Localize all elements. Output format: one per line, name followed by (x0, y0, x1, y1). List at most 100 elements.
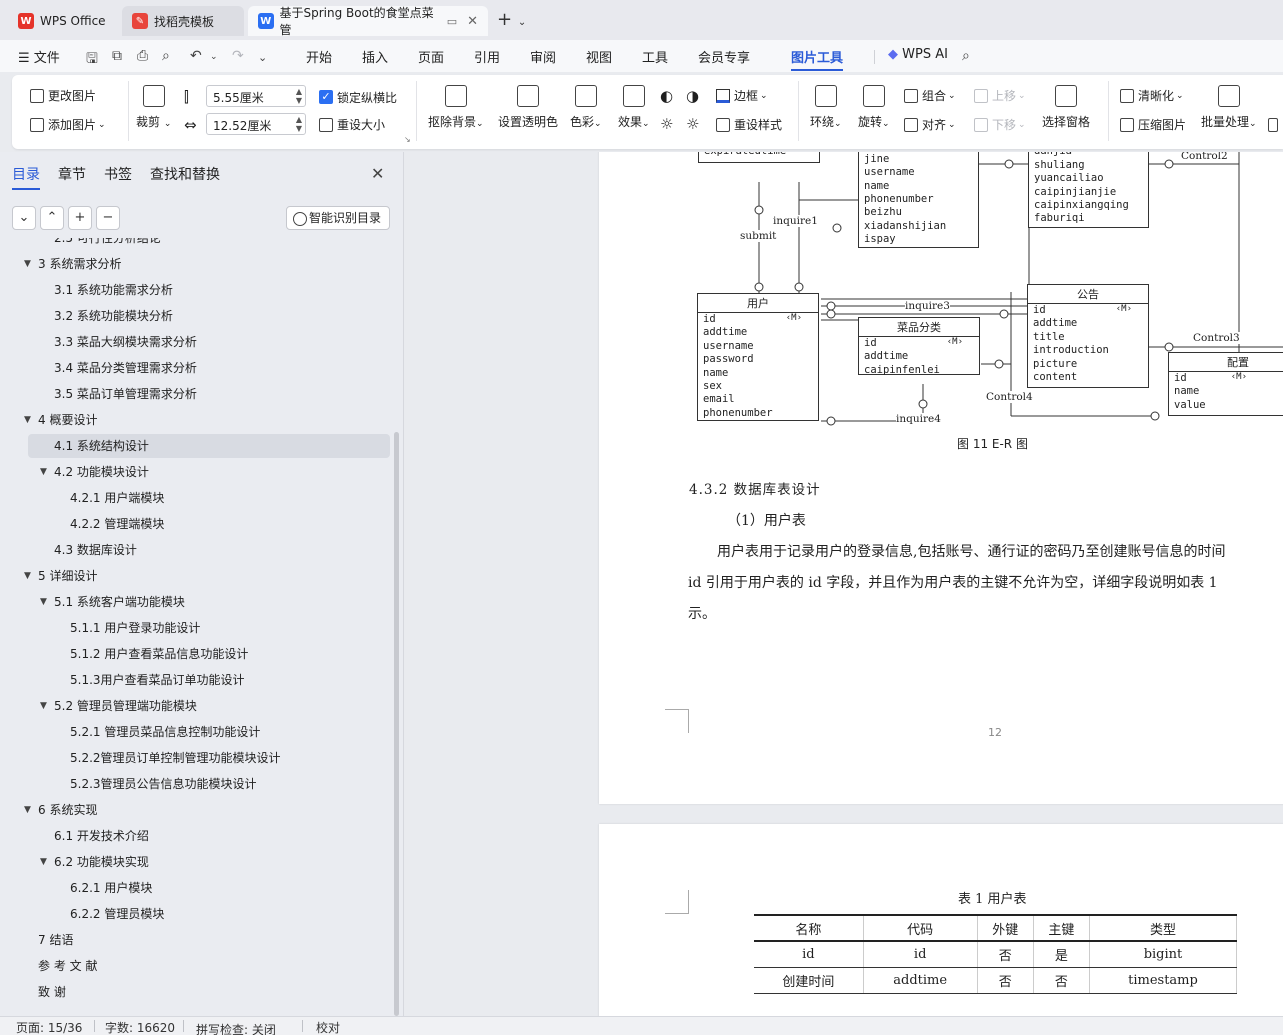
collapse-arrow-icon[interactable]: ▼ (40, 460, 47, 484)
remove-background-button[interactable]: 抠除背景⌄ (428, 85, 484, 130)
print-icon[interactable]: ⎙ (137, 48, 148, 64)
collapse-arrow-icon[interactable]: ▼ (40, 850, 47, 874)
undo-dropdown-icon[interactable]: ⌄ (210, 52, 218, 62)
align-button[interactable]: 对齐 ⌄ (904, 116, 956, 133)
word-count[interactable]: 字数: 16620 (105, 1019, 175, 1035)
toc-item[interactable]: 3.1 系统功能需求分析 (0, 278, 390, 302)
toc-item[interactable]: 5.2.2管理员订单控制管理功能模块设计 (0, 746, 390, 770)
collapse-arrow-icon[interactable]: ▼ (24, 798, 31, 822)
close-panel-icon[interactable]: ✕ (371, 164, 384, 183)
tab-document[interactable]: W 基于Spring Boot的食堂点菜管 ▭ ✕ (248, 6, 488, 37)
print-preview-icon[interactable]: ⌕ (162, 48, 170, 64)
width-spinner[interactable]: ▲ ▼ (296, 115, 302, 133)
nav-tab-bookmarks[interactable]: 书签 (104, 164, 132, 184)
group-button[interactable]: 组合 ⌄ (904, 87, 956, 104)
add-image-button[interactable]: 添加图片 ⌄ (30, 116, 106, 133)
batch-process-button[interactable]: 批量处理⌄ (1201, 85, 1257, 130)
share-icon[interactable]: ⧉ (112, 48, 122, 64)
menu-page[interactable]: 页面 (418, 47, 444, 66)
toc-item[interactable]: ▼ 4 概要设计 (0, 408, 390, 432)
tab-wps-office[interactable]: W WPS Office (8, 6, 118, 36)
toc-item[interactable]: 5.2.1 管理员菜品信息控制功能设计 (0, 720, 390, 744)
toc-item[interactable]: 5.2.3管理员公告信息功能模块设计 (0, 772, 390, 796)
menu-review[interactable]: 审阅 (530, 47, 556, 66)
toc-item[interactable]: 7 结语 (0, 928, 390, 952)
toc-item[interactable]: ▼ 5.1 系统客户端功能模块 (0, 590, 390, 614)
more-button[interactable]: 图 (1268, 116, 1283, 133)
proofread-button[interactable]: 校对 (316, 1019, 340, 1035)
save-icon[interactable]: 🖫 (86, 48, 98, 72)
toc-item[interactable]: 2.5 可行性分析结论 (0, 238, 390, 250)
toc-item[interactable]: 3.2 系统功能模块分析 (0, 304, 390, 328)
sharpen-button[interactable]: 清晰化 ⌄ (1120, 87, 1184, 104)
toc-item[interactable]: ▼ 6 系统实现 (0, 798, 390, 822)
contrast-down-icon[interactable]: ☼ (686, 115, 699, 133)
toc-item[interactable]: 4.2.2 管理端模块 (0, 512, 390, 536)
height-field[interactable]: 5.55厘米 ▲ ▼ (206, 85, 306, 107)
toc-item[interactable]: 6.2.2 管理员模块 (0, 902, 390, 926)
wrap-button[interactable]: 环绕⌄ (810, 85, 842, 130)
effects-button[interactable]: 效果⌄ (618, 85, 650, 130)
nav-tab-toc[interactable]: 目录 (12, 164, 40, 190)
new-tab-button[interactable]: + ⌄ (497, 9, 526, 30)
menu-tools[interactable]: 工具 (642, 47, 668, 66)
search-icon[interactable]: ⌕ (962, 48, 970, 64)
wps-ai-button[interactable]: ◆ WPS AI (888, 47, 948, 62)
redo-icon[interactable]: ↷ (232, 48, 244, 64)
toc-item[interactable]: 4.3 数据库设计 (0, 538, 390, 562)
monitor-icon[interactable]: ▭ (447, 15, 457, 28)
file-menu[interactable]: ☰ 文件 (18, 47, 60, 66)
crop-button[interactable]: 裁剪 ⌄ (136, 85, 171, 130)
page-indicator[interactable]: 页面: 15/36 (16, 1019, 82, 1035)
toc-item[interactable]: 致 谢 (0, 980, 390, 1004)
toc-item[interactable]: ▼ 4.2 功能模块设计 (0, 460, 390, 484)
move-up-button[interactable]: 上移 ⌄ (974, 87, 1026, 104)
rotate-button[interactable]: 旋转⌄ (858, 85, 890, 130)
toc-item[interactable]: 4.2.1 用户端模块 (0, 486, 390, 510)
toc-item[interactable]: ▼ 5 详细设计 (0, 564, 390, 588)
toc-item[interactable]: 5.1.2 用户查看菜品信息功能设计 (0, 642, 390, 666)
brightness-down-icon[interactable]: ☼ (660, 115, 673, 133)
move-down-button[interactable]: 下移 ⌄ (974, 116, 1026, 133)
expand-up-button[interactable]: ⌃ (40, 206, 64, 230)
add-heading-button[interactable]: + (68, 206, 92, 230)
menu-start[interactable]: 开始 (306, 47, 332, 66)
toc-item[interactable]: 4.1 系统结构设计 (28, 434, 390, 458)
nav-tab-chapters[interactable]: 章节 (58, 164, 86, 184)
menu-picture-tools[interactable]: 图片工具 (791, 47, 844, 71)
toc-item[interactable]: 3.3 菜品大纲模块需求分析 (0, 330, 390, 354)
set-transparent-button[interactable]: 设置透明色 (498, 85, 558, 130)
collapse-all-button[interactable]: ⌄ (12, 206, 36, 230)
toc-item[interactable]: 3.5 菜品订单管理需求分析 (0, 382, 390, 406)
collapse-arrow-icon[interactable]: ▼ (40, 694, 47, 718)
toc-scrollbar[interactable] (394, 432, 399, 1016)
toc-item[interactable]: 5.1.3用户查看菜品订单功能设计 (0, 668, 390, 692)
compress-button[interactable]: 压缩图片 (1120, 116, 1186, 133)
contrast-up-icon[interactable]: ◑ (686, 87, 699, 105)
toc-item[interactable]: ▼ 3 系统需求分析 (0, 252, 390, 276)
height-spinner[interactable]: ▲ ▼ (296, 87, 302, 105)
color-button[interactable]: 色彩⌄ (570, 85, 602, 130)
toc-item[interactable]: 6.2.1 用户模块 (0, 876, 390, 900)
collapse-arrow-icon[interactable]: ▼ (40, 590, 47, 614)
undo-icon[interactable]: ↶ (190, 48, 202, 64)
border-button[interactable]: 边框 ⌄ (716, 87, 768, 104)
reset-size-button[interactable]: 重设大小 (319, 116, 385, 133)
close-tab-icon[interactable]: ✕ (467, 14, 478, 29)
more-quick-icon[interactable]: ⌄ (258, 51, 267, 64)
toc-item[interactable]: 6.1 开发技术介绍 (0, 824, 390, 848)
width-field[interactable]: 12.52厘米 ▲ ▼ (206, 113, 306, 135)
selection-pane-button[interactable]: 选择窗格 (1042, 85, 1090, 130)
toc-item[interactable]: ▼ 5.2 管理员管理端功能模块 (0, 694, 390, 718)
menu-view[interactable]: 视图 (586, 47, 612, 66)
lock-ratio-checkbox[interactable]: ✓ (319, 90, 333, 104)
brightness-up-icon[interactable]: ◐ (660, 87, 673, 105)
change-image-button[interactable]: 更改图片 (30, 87, 96, 104)
tab-docer-templates[interactable]: ✎ 找稻壳模板 (122, 6, 244, 36)
toc-item[interactable]: 5.1.1 用户登录功能设计 (0, 616, 390, 640)
toc-item[interactable]: 3.4 菜品分类管理需求分析 (0, 356, 390, 380)
menu-references[interactable]: 引用 (474, 47, 500, 66)
collapse-arrow-icon[interactable]: ▼ (24, 564, 31, 588)
menu-member[interactable]: 会员专享 (698, 47, 750, 66)
size-dialog-launcher-icon[interactable]: ↘ (404, 135, 411, 144)
